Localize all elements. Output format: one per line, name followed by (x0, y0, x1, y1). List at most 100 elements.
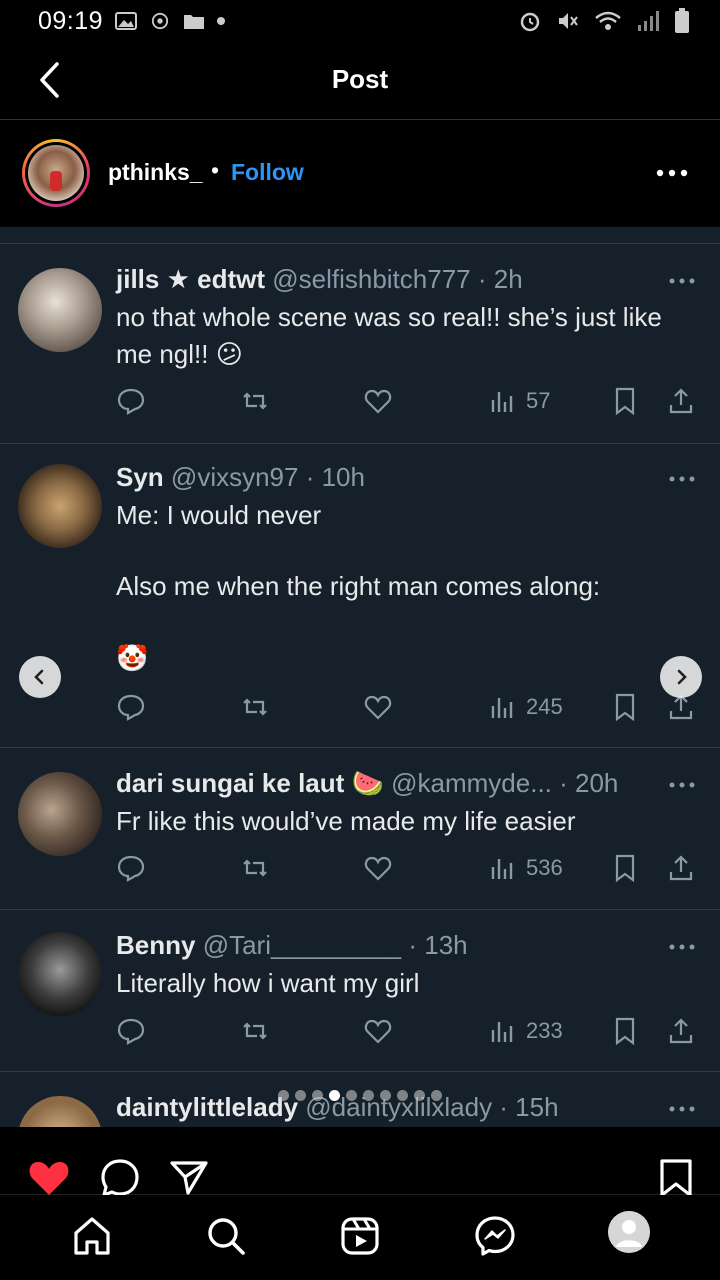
comment-icon[interactable] (98, 1157, 142, 1197)
retweet-icon (240, 690, 270, 724)
views-icon (491, 1022, 513, 1042)
views-count: 233 (526, 1018, 563, 1043)
tweet-handle-time: @kammyde... · 20h (391, 768, 619, 798)
like-icon (363, 690, 393, 724)
tweet-header: Benny @Tari_________ · 13h (116, 930, 468, 961)
tweet-more-icon (669, 1106, 695, 1112)
carousel-dot (329, 1090, 340, 1101)
carousel-dot (278, 1090, 289, 1101)
retweet-icon (240, 851, 270, 885)
tweet-author-name: Benny (116, 930, 196, 960)
tweet-more-icon (669, 476, 695, 482)
reply-icon (116, 384, 146, 418)
carousel-dot (295, 1090, 306, 1101)
bookmark-icon[interactable] (654, 1157, 698, 1197)
bookmark-tweet-icon (610, 690, 640, 724)
tweet-more-icon (669, 782, 695, 788)
heart-filled-icon[interactable] (27, 1157, 71, 1197)
separator-dot: • (211, 157, 220, 183)
tweet-author-name: daintylittlelady (116, 1092, 299, 1122)
tweet-item: dari sungai ke laut 🍉 @kammyde... · 20h … (0, 747, 720, 909)
tweet-header: Syn @vixsyn97 · 10h (116, 462, 365, 493)
views-count: 57 (526, 388, 551, 413)
bottom-navigation (0, 1195, 720, 1280)
tweet-actions: 245 (116, 690, 696, 724)
wifi-icon (595, 11, 621, 30)
carousel-prev-button[interactable] (19, 656, 61, 698)
messenger-icon[interactable] (474, 1215, 516, 1257)
page-title: Post (331, 64, 389, 94)
alarm-icon (520, 12, 540, 32)
like-icon (363, 1014, 393, 1048)
chrome-icon (151, 12, 169, 30)
battery-icon (675, 8, 689, 33)
tweet-header: dari sungai ke laut 🍉 @kammyde... · 20h (116, 768, 618, 799)
carousel-dot (312, 1090, 323, 1101)
tweet-header: jills ★ edtwt @selfishbitch777 · 2h (116, 264, 523, 295)
tweet-text-line: 🤡 (116, 643, 149, 673)
tweet-avatar (18, 464, 102, 548)
carousel-dot (346, 1090, 357, 1101)
top-bar: Post (0, 42, 720, 120)
tweet-actions: 536 (116, 851, 696, 885)
bookmark-tweet-icon (610, 384, 640, 418)
default-avatar-icon (608, 1211, 650, 1253)
post-header: pthinks_ • Follow (0, 121, 720, 227)
home-icon[interactable] (71, 1215, 113, 1257)
views-stat: 57 (488, 384, 550, 418)
status-left: 09:19 (38, 6, 226, 36)
post-action-bar (0, 1127, 720, 1197)
views-stat: 245 (488, 690, 563, 724)
retweet-icon (240, 384, 270, 418)
tweet-item: Syn @vixsyn97 · 10h Me: I would never Al… (0, 443, 720, 747)
status-time: 09:19 (38, 6, 104, 35)
tweet-actions: 233 (116, 1014, 696, 1048)
tweet-item: Benny @Tari_________ · 13h Literally how… (0, 909, 720, 1071)
tweet-handle-time: @Tari_________ · 13h (202, 930, 468, 960)
signal-icon (638, 11, 659, 31)
carousel-dot (431, 1090, 442, 1101)
carousel-dot (397, 1090, 408, 1101)
retweet-icon (240, 1014, 270, 1048)
views-count: 245 (526, 694, 563, 719)
profile-avatar[interactable] (608, 1211, 650, 1253)
follow-button[interactable]: Follow (231, 159, 304, 186)
like-icon (363, 384, 393, 418)
views-count: 536 (526, 855, 563, 880)
tweet-handle-time: @vixsyn97 · 10h (170, 462, 365, 492)
tweet-text-line: Also me when the right man comes along: (116, 571, 601, 601)
post-image-carousel[interactable]: jills ★ edtwt @selfishbitch777 · 2h no t… (0, 227, 720, 1127)
search-icon[interactable] (205, 1215, 247, 1257)
author-avatar[interactable] (22, 139, 90, 207)
tweet-actions: 57 (116, 384, 696, 418)
mute-icon (559, 13, 578, 29)
views-stat: 536 (488, 851, 563, 885)
reply-icon (116, 690, 146, 724)
tweet-avatar (18, 268, 102, 352)
bookmark-tweet-icon (610, 1014, 640, 1048)
tweet-item: jills ★ edtwt @selfishbitch777 · 2h no t… (0, 243, 720, 443)
views-icon (491, 859, 513, 879)
tweet-avatar (18, 1096, 102, 1127)
tweet-text: Fr like this would’ve made my life easie… (116, 806, 576, 836)
author-username[interactable]: pthinks_ (108, 159, 203, 186)
tweet-more-icon (669, 944, 695, 950)
share-tweet-icon (666, 851, 696, 885)
tweet-avatar (18, 772, 102, 856)
status-right (518, 8, 690, 34)
reels-icon[interactable] (339, 1215, 381, 1257)
chevron-left-icon (34, 669, 44, 685)
share-tweet-icon (666, 1014, 696, 1048)
tweet-text: no that whole scene was so real!! she’s … (116, 302, 662, 369)
tweet-avatar (18, 932, 102, 1016)
chevron-right-icon (677, 669, 687, 685)
share-icon[interactable] (168, 1157, 212, 1197)
carousel-dot (380, 1090, 391, 1101)
reply-icon (116, 851, 146, 885)
carousel-dot (363, 1090, 374, 1101)
carousel-next-button[interactable] (660, 656, 702, 698)
tweet-author-name: dari sungai ke laut 🍉 (116, 768, 384, 798)
tweet-author-name: Syn (116, 462, 164, 492)
status-bar: 09:19 (0, 0, 720, 42)
more-options-icon[interactable] (654, 167, 690, 179)
